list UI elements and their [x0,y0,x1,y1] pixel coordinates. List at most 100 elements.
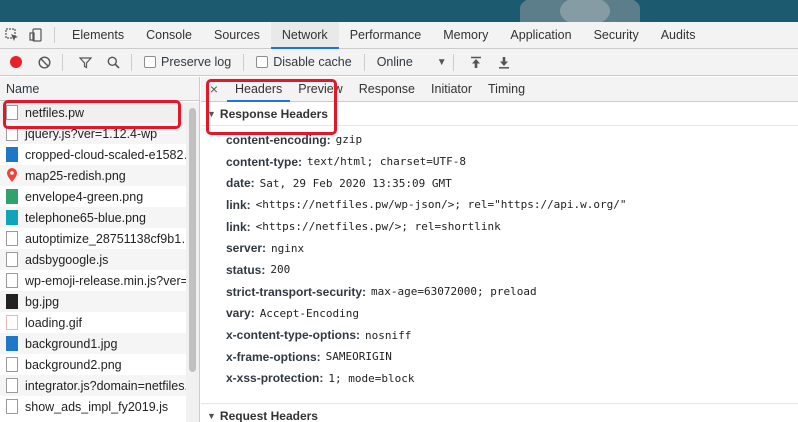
request-row[interactable]: jquery.js?ver=1.12.4-wp [0,123,186,144]
record-button[interactable] [4,50,28,74]
response-headers-section[interactable]: ▼ Response Headers [201,102,798,126]
script-file-icon [6,252,18,267]
inspect-element-icon[interactable] [0,22,24,48]
header-value: <https://netfiles.pw/>; rel=shortlink [255,220,501,234]
scrollbar-thumb[interactable] [189,108,196,372]
tab-initiator[interactable]: Initiator [423,77,480,101]
request-row[interactable]: background1.jpg [0,333,186,354]
preserve-log-box[interactable] [144,56,156,68]
header-row: link: <https://netfiles.pw/wp-json/>; rel… [201,194,798,216]
header-row: x-frame-options: SAMEORIGIN [201,346,798,368]
section-title: Request Headers [219,408,318,422]
header-value: nosniff [365,328,412,342]
import-har-button[interactable] [464,50,488,74]
image-file-icon [6,147,18,162]
preserve-log-label: Preserve log [161,55,232,69]
tab-audits[interactable]: Audits [650,22,707,48]
header-key: x-frame-options: [226,349,321,364]
tab-elements[interactable]: Elements [61,22,135,48]
device-toolbar-icon[interactable] [24,22,48,48]
request-row[interactable]: cropped-cloud-scaled-e1582… [0,144,186,165]
upload-icon [470,56,481,68]
tab-preview[interactable]: Preview [290,77,350,101]
response-header-list: content-encoding: gzip content-type: text/… [201,126,798,389]
request-row[interactable]: envelope4-green.png [0,186,186,207]
header-key: date: [226,176,255,191]
envelope-icon [6,189,18,204]
search-icon [107,56,120,69]
toolbar-divider [452,53,454,71]
document-icon [6,105,18,120]
filter-icon [78,56,92,68]
network-toolbar: Preserve log Disable cache Online ▼ [0,49,798,76]
header-value: gzip [335,133,363,147]
header-row: vary: Accept-Encoding [201,303,798,325]
header-row: strict-transport-security: max-age=630720… [201,281,798,303]
tab-security[interactable]: Security [583,22,650,48]
header-key: link: [226,197,251,212]
request-row[interactable]: autoptimize_28751138cf9b1… [0,228,186,249]
header-row: content-type: text/html; charset=UTF-8 [201,151,798,173]
header-value: nginx [271,241,305,255]
request-name: bg.jpg [25,294,60,309]
tab-console[interactable]: Console [135,22,203,48]
section-title: Response Headers [219,106,328,121]
request-name: map25-redish.png [25,168,126,183]
stylesheet-file-icon [6,231,18,246]
request-headers-section[interactable]: ▼ Request Headers [201,403,798,422]
request-row[interactable]: background2.png [0,354,186,375]
request-name: wp-emoji-release.min.js?ver= [25,273,186,288]
request-row[interactable]: map25-redish.png [0,165,186,186]
header-key: content-type: [226,154,302,169]
request-name: telephone65-blue.png [25,210,146,225]
tab-application[interactable]: Application [499,22,582,48]
search-button[interactable] [101,50,125,74]
request-row[interactable]: telephone65-blue.png [0,207,186,228]
header-value: Sat, 29 Feb 2020 13:35:09 GMT [259,176,452,190]
request-name: adsbygoogle.js [25,252,109,267]
header-value: 200 [270,263,291,277]
request-name: netfiles.pw [25,105,85,120]
preserve-log-checkbox[interactable]: Preserve log [144,55,231,69]
header-value: SAMEORIGIN [325,350,392,364]
header-value: text/html; charset=UTF-8 [307,155,466,169]
page-banner [0,0,798,22]
request-row[interactable]: loading.gif [0,312,186,333]
request-row[interactable]: show_ads_impl_fy2019.js [0,396,186,417]
toolbar-divider [62,53,63,71]
request-row[interactable]: integrator.js?domain=netfiles. [0,375,186,396]
tab-network[interactable]: Network [270,22,339,49]
export-har-button[interactable] [492,50,516,74]
close-icon[interactable]: × [201,77,227,101]
disable-cache-box[interactable] [256,56,269,68]
request-name: autoptimize_28751138cf9b1… [25,231,186,246]
throttling-select[interactable]: Online ▼ [371,55,447,69]
header-row: date: Sat, 29 Feb 2020 13:35:09 GMT [201,172,798,194]
request-row[interactable]: netfiles.pw [0,102,186,123]
tab-response[interactable]: Response [351,77,423,101]
request-row[interactable]: bg.jpg [0,291,186,312]
statue-image-detail [560,0,610,22]
image-file-icon [6,294,18,309]
tab-memory[interactable]: Memory [432,22,499,48]
tab-timing[interactable]: Timing [480,77,533,101]
name-column-header[interactable]: Name [0,77,199,101]
request-list-scrollbar[interactable] [186,102,199,422]
request-row[interactable]: wp-emoji-release.min.js?ver= [0,270,186,291]
triangle-down-icon: ▼ [207,108,216,119]
header-key: link: [226,219,251,234]
clear-button[interactable] [32,50,56,74]
tab-headers[interactable]: Headers [227,77,291,102]
clear-icon [37,55,51,69]
script-file-icon [6,126,18,141]
tab-sources[interactable]: Sources [203,22,271,48]
tab-performance[interactable]: Performance [339,22,433,48]
request-name: jquery.js?ver=1.12.4-wp [25,126,158,141]
requests-panel: Name netfiles.pw jquery.js?ver=1.12.4-wp… [0,77,200,422]
filter-button[interactable] [73,50,97,74]
request-row[interactable]: adsbygoogle.js [0,249,186,270]
request-name: background2.png [25,357,122,372]
download-icon [498,56,509,69]
detail-tabs: × Headers Preview Response Initiator Tim… [201,77,798,102]
disable-cache-checkbox[interactable]: Disable cache [256,55,352,69]
